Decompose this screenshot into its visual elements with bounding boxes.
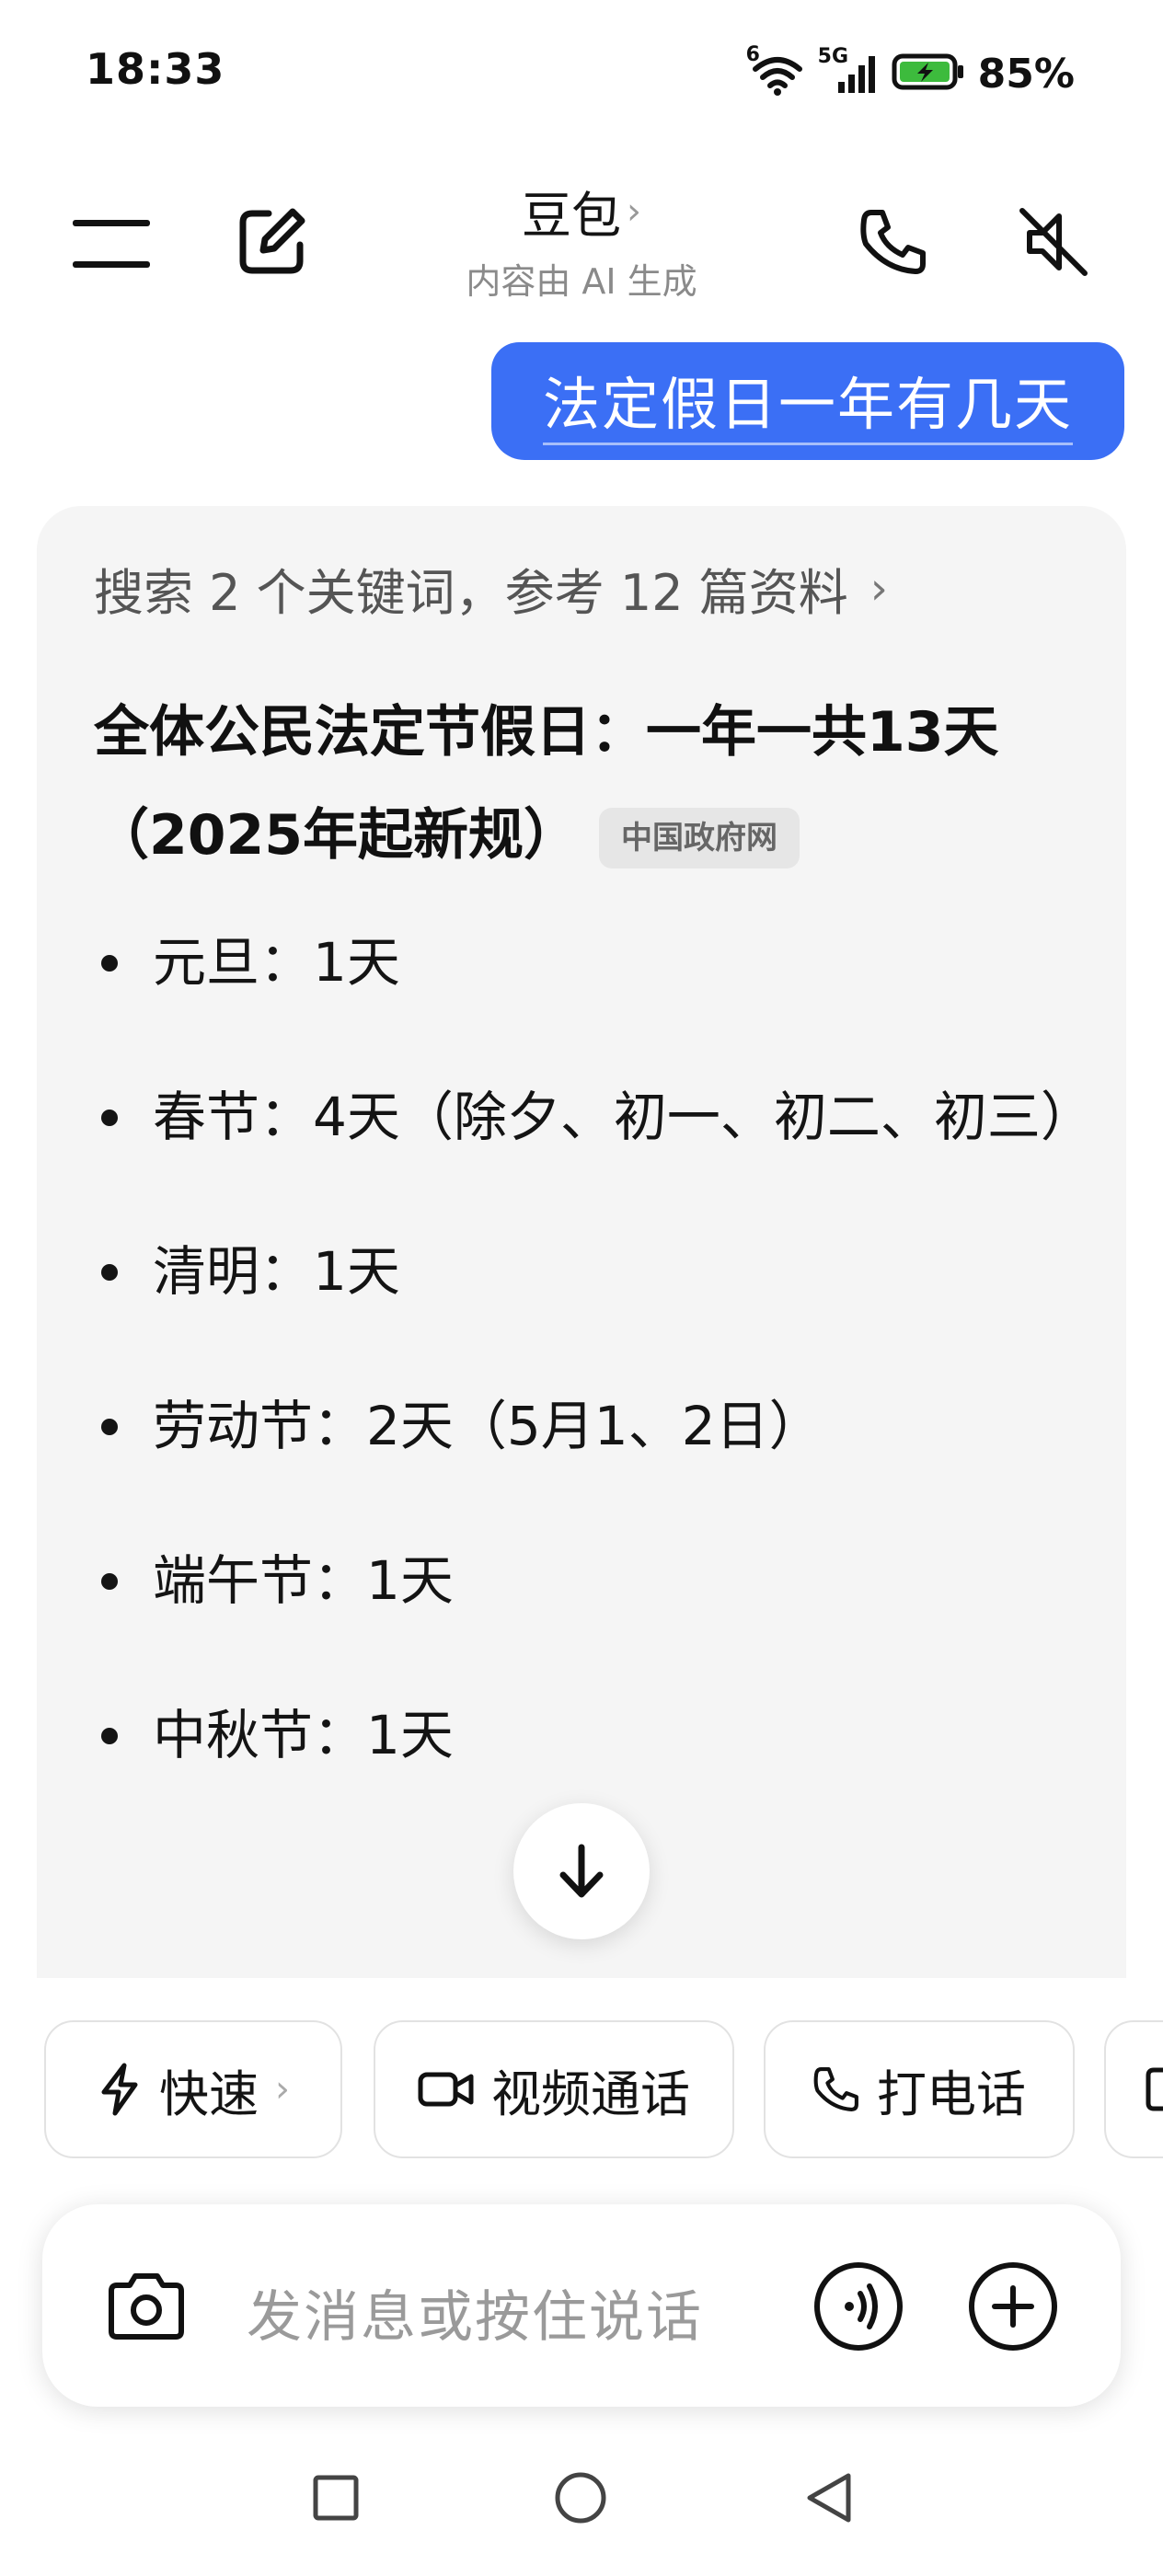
phone-icon — [860, 210, 926, 274]
search-summary-link[interactable]: 搜索 2 个关键词，参考 12 篇资料 › — [94, 552, 888, 625]
fast-mode-chip[interactable]: 快速 › — [44, 2020, 342, 2158]
voice-input-button[interactable] — [808, 2256, 909, 2357]
edit-icon — [239, 208, 305, 274]
back-triangle-icon — [807, 2473, 851, 2523]
ai-disclaimer: 内容由 AI 生成 — [466, 261, 697, 302]
status-indicators: 6 5G 85% — [746, 43, 1075, 103]
recent-apps-button[interactable] — [294, 2456, 377, 2539]
menu-button[interactable] — [61, 193, 162, 294]
list-item: 中秋节：1天 — [94, 1684, 1088, 1787]
wifi-icon: 6 — [746, 43, 805, 97]
list-item: 元旦：1天 — [94, 911, 1088, 1014]
list-item: 端午节：1天 — [94, 1529, 1088, 1632]
speaker-muted-icon — [1019, 208, 1088, 276]
user-message-text: 法定假日一年有几天 — [542, 358, 1073, 445]
lightning-icon — [101, 2063, 138, 2116]
voice-call-button[interactable] — [843, 191, 944, 293]
header: 豆包 › 内容由 AI 生成 — [0, 156, 1163, 322]
list-item: 春节：4天（除夕、初一、初二、初三） — [94, 1065, 1094, 1168]
add-attachment-button[interactable] — [962, 2256, 1064, 2357]
search-summary-text: 搜索 2 个关键词，参考 12 篇资料 — [94, 564, 848, 622]
status-bar: 18:33 6 5G 85% — [0, 0, 1163, 147]
ai-response-card: 搜索 2 个关键词，参考 12 篇资料 › 全体公民法定节假日：一年一共13天（… — [37, 506, 1126, 1978]
battery-percent: 85% — [977, 50, 1075, 98]
status-time: 18:33 — [86, 44, 225, 94]
message-input-bar: 发消息或按住说话 — [42, 2204, 1121, 2407]
circle-icon — [555, 2472, 606, 2524]
plus-circle-icon — [969, 2262, 1057, 2351]
holiday-list: 元旦：1天 春节：4天（除夕、初一、初二、初三） 清明：1天 劳动节：2天（5月… — [94, 911, 1094, 1838]
chevron-right-icon: › — [627, 190, 641, 233]
page-title: 豆包 — [522, 187, 621, 245]
wifi-badge: 6 — [745, 43, 760, 66]
phone-icon — [813, 2067, 858, 2111]
quick-actions: 快速 › 视频通话 打电话 — [0, 2020, 1163, 2158]
answer-heading: 全体公民法定节假日：一年一共13天（2025年起新规） 中国政府网 — [94, 681, 1078, 887]
list-item: 劳动节：2天（5月1、2日） — [94, 1374, 1088, 1478]
chevron-right-icon: › — [275, 2068, 290, 2110]
signal-icon: 5G — [818, 45, 879, 97]
menu-icon — [73, 220, 150, 268]
new-chat-button[interactable] — [221, 191, 322, 293]
scroll-to-bottom-button[interactable] — [513, 1803, 650, 1939]
answer-heading-text: 全体公民法定节假日：一年一共13天（2025年起新规） — [94, 700, 999, 868]
square-icon — [313, 2475, 359, 2521]
message-input[interactable]: 发消息或按住说话 — [247, 2272, 703, 2352]
battery-icon — [892, 52, 965, 96]
voice-wave-icon — [814, 2262, 903, 2351]
camera-icon — [109, 2273, 184, 2340]
list-item: 清明：1天 — [94, 1220, 1088, 1323]
arrow-down-icon — [559, 1844, 604, 1898]
mute-button[interactable] — [1003, 191, 1104, 293]
partial-icon — [1146, 2067, 1163, 2111]
source-tag[interactable]: 中国政府网 — [599, 808, 800, 869]
user-message-bubble[interactable]: 法定假日一年有几天 — [490, 342, 1124, 460]
assistant-title[interactable]: 豆包 › 内容由 AI 生成 — [368, 175, 795, 304]
back-button[interactable] — [788, 2456, 870, 2539]
more-action-chip[interactable] — [1104, 2020, 1163, 2158]
chevron-right-icon: › — [869, 562, 888, 615]
video-call-label: 视频通话 — [491, 2064, 690, 2123]
system-nav-bar — [0, 2438, 1163, 2576]
phone-call-chip[interactable]: 打电话 — [764, 2020, 1075, 2158]
video-call-chip[interactable]: 视频通话 — [374, 2020, 734, 2158]
fast-mode-label: 快速 — [159, 2064, 259, 2123]
home-button[interactable] — [539, 2456, 622, 2539]
phone-call-label: 打电话 — [877, 2064, 1026, 2123]
video-camera-icon — [418, 2072, 474, 2107]
camera-button[interactable] — [96, 2256, 197, 2357]
